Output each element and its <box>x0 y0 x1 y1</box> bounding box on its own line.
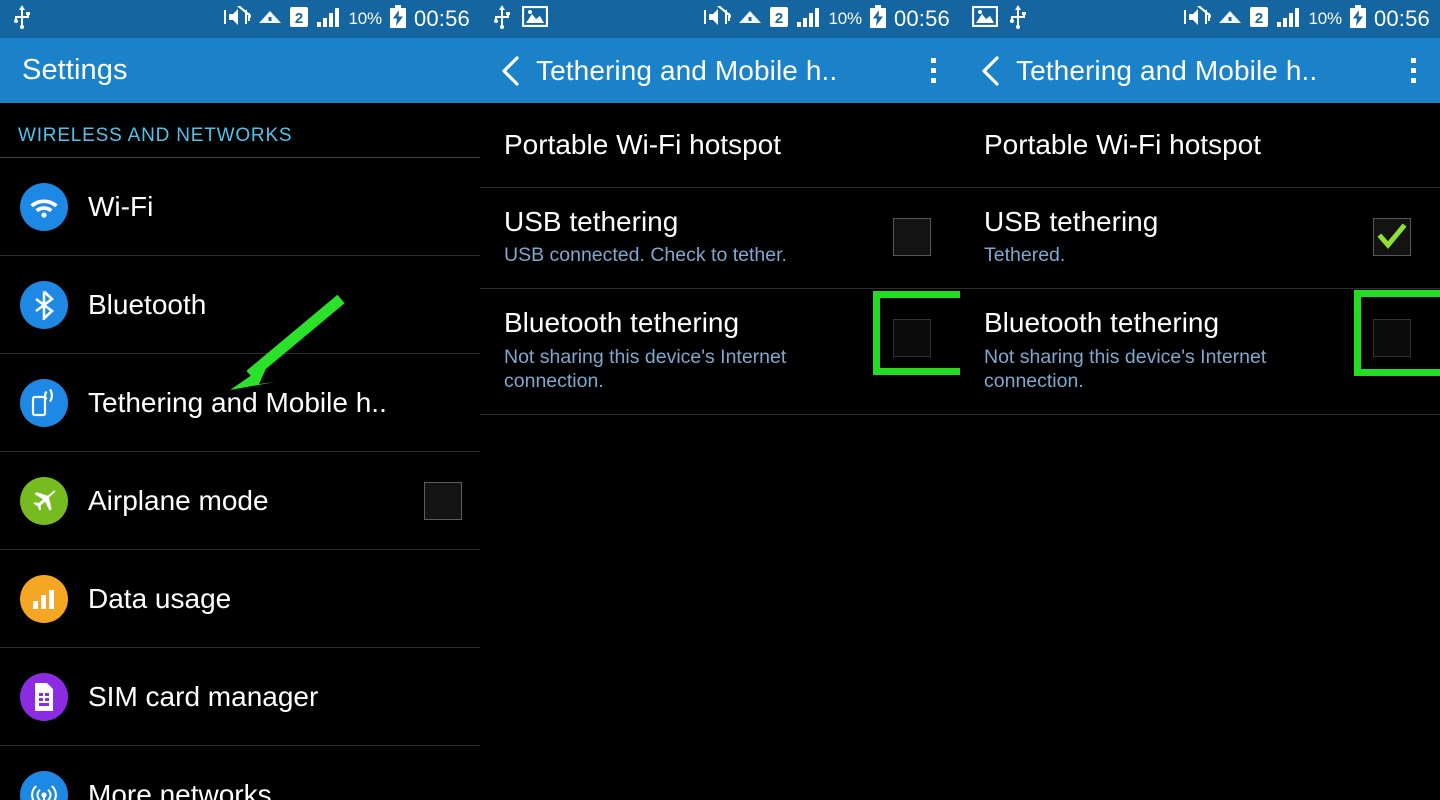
sidebar-item-label: Wi-Fi <box>88 190 154 222</box>
clock-label: 00:56 <box>413 6 470 31</box>
checkmark-icon <box>1377 223 1407 250</box>
list-item-subtitle: USB connected. Check to tether. <box>504 244 787 267</box>
bluetooth-icon <box>20 280 68 329</box>
sidebar-item-label: Airplane mode <box>88 484 269 516</box>
page-title: Tethering and Mobile h.. <box>1016 54 1318 86</box>
list-item-title: Bluetooth tethering <box>984 307 1220 339</box>
sim2-icon: 2 <box>289 5 309 34</box>
battery-percent-label: 10% <box>1308 9 1343 28</box>
clock-label: 00:56 <box>1373 6 1430 31</box>
back-chevron-icon[interactable] <box>978 54 1004 88</box>
usb-icon <box>1008 4 1028 34</box>
mute-vibrate-icon <box>223 0 253 33</box>
clock-label: 00:56 <box>893 6 950 31</box>
checkbox-slot <box>1344 206 1440 257</box>
battery-percent-label: 10% <box>828 9 863 28</box>
sidebar-item-label: Bluetooth <box>88 288 207 320</box>
sim2-icon: 2 <box>1249 5 1269 34</box>
list-item-title: Portable Wi-Fi hotspot <box>984 129 1261 160</box>
bluetooth-tethering-checkbox[interactable] <box>1373 319 1411 358</box>
svg-text:2: 2 <box>774 10 782 27</box>
checkbox-slot <box>1344 307 1440 358</box>
mute-vibrate-icon <box>1183 0 1213 33</box>
sidebar-item-sim-card-manager[interactable]: SIM card manager <box>0 648 480 745</box>
sidebar-item-airplane-mode[interactable]: Airplane mode <box>0 452 480 549</box>
list-item-portable-hotspot[interactable]: Portable Wi-Fi hotspot <box>960 103 1440 187</box>
airplane-icon <box>20 476 68 525</box>
status-bar-panel1: 2 10% 00:56 <box>0 0 480 38</box>
signal-bars-icon <box>796 6 822 33</box>
signal-bars-icon <box>1276 6 1302 33</box>
battery-charging-icon <box>389 4 407 34</box>
mute-vibrate-icon <box>703 0 733 33</box>
sidebar-item-label: SIM card manager <box>88 680 319 712</box>
list-item-bluetooth-tethering[interactable]: Bluetooth tethering Not sharing this dev… <box>960 289 1440 414</box>
wifi-icon <box>1218 6 1242 33</box>
wifi-icon <box>20 182 68 231</box>
battery-percent-label: 10% <box>348 9 383 28</box>
list-item-title: Portable Wi-Fi hotspot <box>504 129 781 160</box>
app-bar-settings: Settings <box>0 38 480 103</box>
panel-tethering-checked: 2 10% 00:56 Tethering and Mobile h.. Por… <box>960 0 1440 800</box>
panel-settings: 2 10% 00:56 Settings WIRELESS AND NETWOR… <box>0 0 480 800</box>
panel-tethering-unchecked: 2 10% 00:56 Tethering and Mobile h.. Por… <box>480 0 960 800</box>
list-item-subtitle: Not sharing this device's Internet conne… <box>504 345 787 393</box>
status-bar-panel2: 2 10% 00:56 <box>480 0 960 38</box>
svg-text:2: 2 <box>1254 10 1262 27</box>
divider <box>960 414 1440 416</box>
sim-badge-number: 2 <box>294 10 302 27</box>
usb-tethering-checkbox[interactable] <box>1373 218 1411 257</box>
bluetooth-tethering-checkbox[interactable] <box>893 319 931 358</box>
screenshot-image-icon <box>971 5 999 32</box>
divider <box>480 414 960 416</box>
overflow-menu-icon[interactable] <box>1401 50 1426 91</box>
sidebar-item-label: Data usage <box>88 582 232 614</box>
sidebar-item-label: More networks <box>88 778 272 800</box>
tethering-icon <box>20 378 68 427</box>
list-item-title: Bluetooth tethering <box>504 307 740 339</box>
wifi-icon <box>738 6 762 33</box>
status-bar-panel3: 2 10% 00:56 <box>960 0 1440 38</box>
sidebar-item-tethering[interactable]: Tethering and Mobile h.. <box>0 354 480 451</box>
data-usage-icon <box>20 574 68 623</box>
more-networks-icon <box>20 770 68 800</box>
list-item-portable-hotspot[interactable]: Portable Wi-Fi hotspot <box>480 103 960 187</box>
screenshot-image-icon <box>521 5 549 32</box>
sidebar-item-bluetooth[interactable]: Bluetooth <box>0 256 480 353</box>
list-item-bluetooth-tethering[interactable]: Bluetooth tethering Not sharing this dev… <box>480 289 960 414</box>
list-item-title: USB tethering <box>984 206 1159 238</box>
sim2-icon: 2 <box>769 5 789 34</box>
sidebar-item-more-networks[interactable]: More networks <box>0 746 480 800</box>
app-bar-tethering: Tethering and Mobile h.. <box>960 38 1440 103</box>
three-panel-screenshot-composite: 2 10% 00:56 Settings WIRELESS AND NETWOR… <box>0 0 1440 800</box>
page-title: Tethering and Mobile h.. <box>536 54 838 86</box>
sidebar-item-label: Tethering and Mobile h.. <box>88 386 387 418</box>
back-chevron-icon[interactable] <box>498 54 524 88</box>
list-item-usb-tethering[interactable]: USB tethering Tethered. <box>960 188 1440 377</box>
list-item-subtitle: Not sharing this device's Internet conne… <box>984 345 1267 393</box>
usb-tethering-checkbox[interactable] <box>893 218 931 257</box>
list-item-subtitle: Tethered. <box>984 244 1066 267</box>
sidebar-item-data-usage[interactable]: Data usage <box>0 550 480 647</box>
checkbox-slot <box>864 307 960 358</box>
sim-card-icon <box>20 672 68 721</box>
sidebar-item-wifi[interactable]: Wi-Fi <box>0 158 480 255</box>
usb-icon <box>492 4 512 34</box>
app-bar-tethering: Tethering and Mobile h.. <box>480 38 960 103</box>
wifi-icon <box>258 6 282 33</box>
checkbox-slot <box>864 206 960 257</box>
usb-icon <box>12 4 32 34</box>
page-title: Settings <box>22 54 128 86</box>
battery-charging-icon <box>869 4 887 34</box>
section-header-wireless: WIRELESS AND NETWORKS <box>18 125 293 146</box>
list-item-usb-tethering[interactable]: USB tethering USB connected. Check to te… <box>480 188 960 376</box>
list-item-title: USB tethering <box>504 206 679 238</box>
overflow-menu-icon[interactable] <box>921 50 946 91</box>
battery-charging-icon <box>1349 4 1367 34</box>
signal-bars-icon <box>316 6 342 33</box>
airplane-mode-checkbox[interactable] <box>424 481 462 520</box>
